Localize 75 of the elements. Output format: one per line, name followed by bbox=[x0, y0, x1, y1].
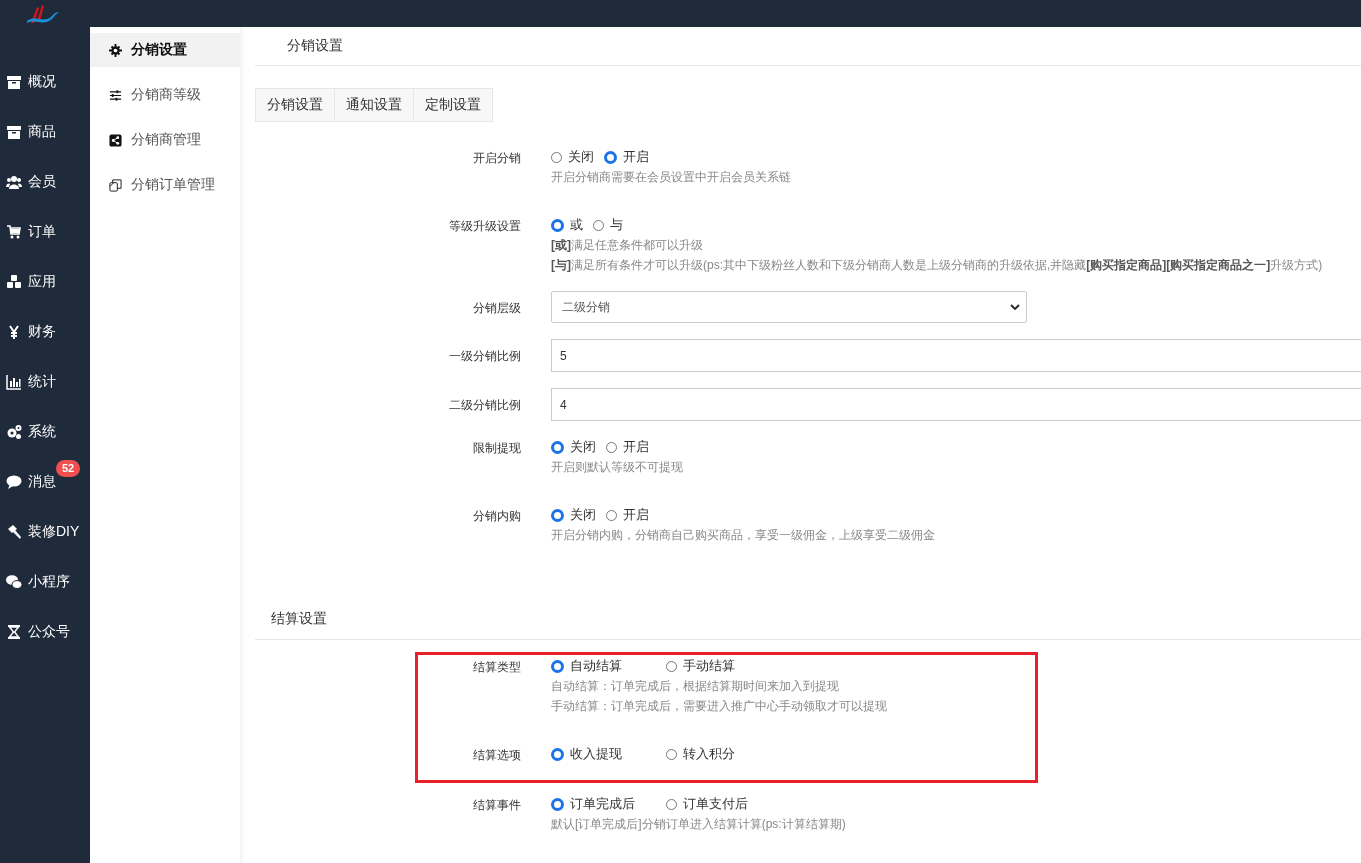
message-count-badge: 52 bbox=[56, 460, 81, 477]
gears-icon bbox=[6, 424, 22, 440]
radio-option[interactable]: 手动结算 bbox=[666, 657, 771, 675]
radio-option[interactable]: 关闭 bbox=[551, 506, 596, 524]
cart-icon bbox=[6, 224, 22, 240]
nav-item[interactable]: 装修DIY bbox=[0, 507, 90, 557]
logo-icon bbox=[25, 3, 61, 25]
field-label: 结算事件 bbox=[472, 797, 521, 814]
box-icon bbox=[6, 124, 22, 140]
radio-option[interactable]: 开启 bbox=[604, 148, 649, 166]
nav-item[interactable]: 订单 bbox=[0, 207, 90, 257]
radio-option[interactable]: 或 bbox=[551, 216, 583, 234]
nav-item[interactable]: 会员 bbox=[0, 157, 90, 207]
submenu-item[interactable]: 分销商等级 bbox=[90, 78, 240, 112]
radio-option[interactable]: 开启 bbox=[606, 438, 649, 456]
nav-item[interactable]: 公众号 bbox=[0, 607, 90, 657]
nav-item[interactable]: 统计 bbox=[0, 357, 90, 407]
field-label: 分销内购 bbox=[472, 508, 521, 525]
sliders-icon bbox=[109, 88, 122, 102]
hint-text: 开启则默认等级不可提现 bbox=[551, 459, 684, 476]
page-title: 分销设置 bbox=[287, 37, 343, 55]
hint-text: 自动结算：订单完成后，根据结算期时间来加入到提现 bbox=[551, 678, 840, 695]
copy-icon bbox=[109, 178, 122, 192]
level-select[interactable]: 二级分销 bbox=[551, 291, 1027, 323]
radio-option[interactable]: 自动结算 bbox=[551, 657, 656, 675]
radio-option[interactable]: 收入提现 bbox=[551, 745, 656, 763]
radio-option[interactable]: 转入积分 bbox=[666, 745, 771, 763]
nav-item[interactable]: 消息 52 bbox=[0, 457, 90, 507]
hint-text: 默认[订单完成后]分销订单进入结算计算(ps:计算结算期) bbox=[551, 816, 847, 833]
field-label: 开启分销 bbox=[472, 150, 521, 167]
tab[interactable]: 定制设置 bbox=[414, 88, 493, 122]
nav-item[interactable]: 小程序 bbox=[0, 557, 90, 607]
submenu-item[interactable]: 分销商管理 bbox=[90, 123, 240, 157]
hint-text: [或]满足任意条件都可以升级 bbox=[551, 237, 704, 254]
tab[interactable]: 通知设置 bbox=[335, 88, 414, 122]
hint-text: [与]满足所有条件才可以升级(ps:其中下级粉丝人数和下级分销商人数是上级分销商的升级依据,并隐藏[购买指定商品][购买指定商品之一]升级方式) bbox=[551, 257, 1324, 274]
field-label: 限制提现 bbox=[472, 440, 521, 457]
nav-item[interactable]: 商品 bbox=[0, 107, 90, 157]
input-field[interactable]: 5 bbox=[551, 339, 1361, 372]
nav-item[interactable]: 财务 bbox=[0, 307, 90, 357]
chevron-down-icon bbox=[1010, 304, 1020, 310]
field-label: 结算选项 bbox=[472, 747, 521, 764]
cubes-icon bbox=[6, 274, 22, 290]
nav-item[interactable]: 应用 bbox=[0, 257, 90, 307]
section-title: 结算设置 bbox=[271, 610, 327, 628]
users-icon bbox=[6, 174, 22, 190]
radio-option[interactable]: 与 bbox=[593, 216, 623, 234]
radio-option[interactable]: 订单完成后 bbox=[551, 795, 656, 813]
field-label: 等级升级设置 bbox=[448, 218, 521, 235]
hammer-icon bbox=[6, 524, 22, 540]
hourglass-icon bbox=[6, 624, 22, 640]
input-field[interactable]: 4 bbox=[551, 388, 1361, 421]
field-label: 分销层级 bbox=[472, 300, 521, 317]
field-label: 一级分销比例 bbox=[448, 348, 521, 365]
radio-option[interactable]: 关闭 bbox=[551, 438, 596, 456]
chat-icon bbox=[6, 474, 22, 490]
field-label: 二级分销比例 bbox=[448, 397, 521, 414]
submenu-item[interactable]: 分销设置 bbox=[90, 33, 240, 67]
box-icon bbox=[6, 74, 22, 90]
radio-option[interactable]: 开启 bbox=[606, 506, 649, 524]
nav-item[interactable]: 系统 bbox=[0, 407, 90, 457]
yen-icon bbox=[6, 324, 22, 340]
wechat-icon bbox=[6, 574, 22, 590]
nav-item[interactable]: 概况 bbox=[0, 57, 90, 107]
radio-option[interactable]: 订单支付后 bbox=[666, 795, 771, 813]
submenu-item[interactable]: 分销订单管理 bbox=[90, 168, 240, 202]
tab[interactable]: 分销设置 bbox=[255, 88, 335, 122]
field-label: 结算类型 bbox=[472, 659, 521, 676]
radio-option[interactable]: 关闭 bbox=[551, 148, 594, 166]
chart-icon bbox=[6, 374, 22, 390]
share-icon bbox=[109, 133, 122, 147]
hint-text: 手动结算：订单完成后，需要进入推广中心手动领取才可以提现 bbox=[551, 698, 888, 715]
hint-text: 开启分销内购，分销商自己购买商品，享受一级佣金，上级享受二级佣金 bbox=[551, 527, 936, 544]
settings-icon bbox=[109, 43, 122, 57]
hint-text: 开启分销商需要在会员设置中开启会员关系链 bbox=[551, 169, 792, 186]
